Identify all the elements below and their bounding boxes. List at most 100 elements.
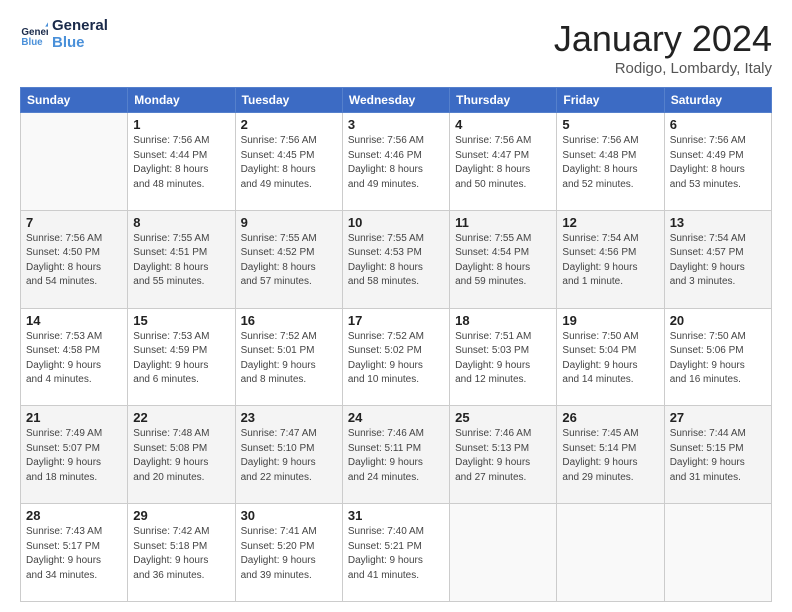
day-number: 2 <box>241 117 337 132</box>
day-info: Sunrise: 7:55 AM Sunset: 4:51 PM Dayligh… <box>133 232 229 290</box>
day-number: 7 <box>26 215 122 230</box>
day-number: 9 <box>241 215 337 230</box>
day-number: 24 <box>348 410 444 425</box>
day-number: 28 <box>26 508 122 523</box>
day-number: 15 <box>133 313 229 328</box>
week-row-2: 7 Sunrise: 7:56 AM Sunset: 4:50 PM Daylig… <box>21 210 772 308</box>
day-info: Sunrise: 7:56 AM Sunset: 4:46 PM Dayligh… <box>348 134 444 192</box>
day-cell: 27Sunrise: 7:44 AM Sunset: 5:15 PM Dayli… <box>664 406 771 504</box>
day-cell: 29Sunrise: 7:42 AM Sunset: 5:18 PM Dayli… <box>128 504 235 602</box>
title-block: January 2024 Rodigo, Lombardy, Italy <box>554 18 772 77</box>
day-cell <box>21 113 128 211</box>
day-info: Sunrise: 7:54 AM Sunset: 4:57 PM Dayligh… <box>670 232 766 290</box>
day-info: Sunrise: 7:50 AM Sunset: 5:04 PM Dayligh… <box>562 330 658 388</box>
day-info: Sunrise: 7:40 AM Sunset: 5:21 PM Dayligh… <box>348 525 444 583</box>
day-info: Sunrise: 7:47 AM Sunset: 5:10 PM Dayligh… <box>241 427 337 485</box>
day-cell: 30 Sunrise: 7:41 AM Sunset: 5:20 PM Dayli… <box>235 504 342 602</box>
month-title: January 2024 <box>554 18 772 60</box>
day-info: Sunrise: 7:52 AM Sunset: 5:01 PM Dayligh… <box>241 330 337 388</box>
day-number: 19 <box>562 313 658 328</box>
day-cell: 17 Sunrise: 7:52 AM Sunset: 5:02 PM Dayli… <box>342 308 449 406</box>
day-cell: 3 Sunrise: 7:56 AM Sunset: 4:46 PM Daylig… <box>342 113 449 211</box>
location-subtitle: Rodigo, Lombardy, Italy <box>554 60 772 77</box>
weekday-header-thursday: Thursday <box>450 88 557 113</box>
page: General Blue General Blue January 2024 R… <box>0 0 792 612</box>
day-info: Sunrise: 7:46 AM Sunset: 5:13 PM Dayligh… <box>455 427 551 485</box>
week-row-5: 28 Sunrise: 7:43 AM Sunset: 5:17 PM Dayli… <box>21 504 772 602</box>
day-cell: 22Sunrise: 7:48 AM Sunset: 5:08 PM Dayli… <box>128 406 235 504</box>
day-info: Sunrise: 7:49 AM Sunset: 5:07 PM Dayligh… <box>26 427 122 485</box>
day-number: 8 <box>133 215 229 230</box>
day-cell <box>557 504 664 602</box>
day-number: 16 <box>241 313 337 328</box>
day-info: Sunrise: 7:44 AM Sunset: 5:15 PM Dayligh… <box>670 427 766 485</box>
day-cell: 14 Sunrise: 7:53 AM Sunset: 4:58 PM Dayli… <box>21 308 128 406</box>
day-info: Sunrise: 7:55 AM Sunset: 4:53 PM Dayligh… <box>348 232 444 290</box>
day-info: Sunrise: 7:51 AM Sunset: 5:03 PM Dayligh… <box>455 330 551 388</box>
day-cell: 25 Sunrise: 7:46 AM Sunset: 5:13 PM Dayli… <box>450 406 557 504</box>
svg-text:Blue: Blue <box>21 36 43 47</box>
day-cell: 2 Sunrise: 7:56 AM Sunset: 4:45 PM Daylig… <box>235 113 342 211</box>
day-number: 23 <box>241 410 337 425</box>
day-number: 26 <box>562 410 658 425</box>
day-cell <box>450 504 557 602</box>
weekday-header-monday: Monday <box>128 88 235 113</box>
day-cell: 4 Sunrise: 7:56 AM Sunset: 4:47 PM Daylig… <box>450 113 557 211</box>
logo-icon: General Blue <box>20 21 48 49</box>
day-cell: 8 Sunrise: 7:55 AM Sunset: 4:51 PM Daylig… <box>128 210 235 308</box>
day-info: Sunrise: 7:45 AM Sunset: 5:14 PM Dayligh… <box>562 427 658 485</box>
day-number: 14 <box>26 313 122 328</box>
day-info: Sunrise: 7:54 AM Sunset: 4:56 PM Dayligh… <box>562 232 658 290</box>
day-number: 13 <box>670 215 766 230</box>
day-cell: 28 Sunrise: 7:43 AM Sunset: 5:17 PM Dayli… <box>21 504 128 602</box>
day-cell: 16 Sunrise: 7:52 AM Sunset: 5:01 PM Dayli… <box>235 308 342 406</box>
day-info: Sunrise: 7:55 AM Sunset: 4:54 PM Dayligh… <box>455 232 551 290</box>
weekday-header-sunday: Sunday <box>21 88 128 113</box>
day-number: 5 <box>562 117 658 132</box>
day-cell: 21 Sunrise: 7:49 AM Sunset: 5:07 PM Dayli… <box>21 406 128 504</box>
weekday-header-friday: Friday <box>557 88 664 113</box>
logo-general-text: General <box>52 18 108 35</box>
day-cell: 18Sunrise: 7:51 AM Sunset: 5:03 PM Dayli… <box>450 308 557 406</box>
day-cell: 10 Sunrise: 7:55 AM Sunset: 4:53 PM Dayli… <box>342 210 449 308</box>
day-cell: 7 Sunrise: 7:56 AM Sunset: 4:50 PM Daylig… <box>21 210 128 308</box>
day-cell: 6Sunrise: 7:56 AM Sunset: 4:49 PM Daylig… <box>664 113 771 211</box>
day-cell: 19 Sunrise: 7:50 AM Sunset: 5:04 PM Dayli… <box>557 308 664 406</box>
day-info: Sunrise: 7:55 AM Sunset: 4:52 PM Dayligh… <box>241 232 337 290</box>
day-cell: 9 Sunrise: 7:55 AM Sunset: 4:52 PM Daylig… <box>235 210 342 308</box>
day-cell: 31Sunrise: 7:40 AM Sunset: 5:21 PM Dayli… <box>342 504 449 602</box>
logo-blue-text: Blue <box>52 35 108 52</box>
day-cell: 13 Sunrise: 7:54 AM Sunset: 4:57 PM Dayli… <box>664 210 771 308</box>
day-number: 3 <box>348 117 444 132</box>
day-info: Sunrise: 7:56 AM Sunset: 4:44 PM Dayligh… <box>133 134 229 192</box>
day-cell: 1 Sunrise: 7:56 AM Sunset: 4:44 PM Daylig… <box>128 113 235 211</box>
day-info: Sunrise: 7:52 AM Sunset: 5:02 PM Dayligh… <box>348 330 444 388</box>
day-number: 29 <box>133 508 229 523</box>
day-cell: 23 Sunrise: 7:47 AM Sunset: 5:10 PM Dayli… <box>235 406 342 504</box>
day-cell: 5Sunrise: 7:56 AM Sunset: 4:48 PM Daylig… <box>557 113 664 211</box>
day-number: 1 <box>133 117 229 132</box>
day-number: 12 <box>562 215 658 230</box>
header: General Blue General Blue January 2024 R… <box>20 18 772 77</box>
weekday-header-row: SundayMondayTuesdayWednesdayThursdayFrid… <box>21 88 772 113</box>
day-number: 17 <box>348 313 444 328</box>
day-info: Sunrise: 7:56 AM Sunset: 4:50 PM Dayligh… <box>26 232 122 290</box>
weekday-header-saturday: Saturday <box>664 88 771 113</box>
weekday-header-tuesday: Tuesday <box>235 88 342 113</box>
day-number: 10 <box>348 215 444 230</box>
day-info: Sunrise: 7:56 AM Sunset: 4:47 PM Dayligh… <box>455 134 551 192</box>
day-info: Sunrise: 7:41 AM Sunset: 5:20 PM Dayligh… <box>241 525 337 583</box>
day-info: Sunrise: 7:53 AM Sunset: 4:58 PM Dayligh… <box>26 330 122 388</box>
day-number: 21 <box>26 410 122 425</box>
day-info: Sunrise: 7:56 AM Sunset: 4:45 PM Dayligh… <box>241 134 337 192</box>
day-cell: 24Sunrise: 7:46 AM Sunset: 5:11 PM Dayli… <box>342 406 449 504</box>
day-info: Sunrise: 7:53 AM Sunset: 4:59 PM Dayligh… <box>133 330 229 388</box>
day-cell: 20Sunrise: 7:50 AM Sunset: 5:06 PM Dayli… <box>664 308 771 406</box>
day-cell: 15 Sunrise: 7:53 AM Sunset: 4:59 PM Dayli… <box>128 308 235 406</box>
logo: General Blue General Blue <box>20 18 108 51</box>
day-info: Sunrise: 7:43 AM Sunset: 5:17 PM Dayligh… <box>26 525 122 583</box>
day-number: 22 <box>133 410 229 425</box>
day-number: 30 <box>241 508 337 523</box>
day-number: 4 <box>455 117 551 132</box>
day-number: 25 <box>455 410 551 425</box>
